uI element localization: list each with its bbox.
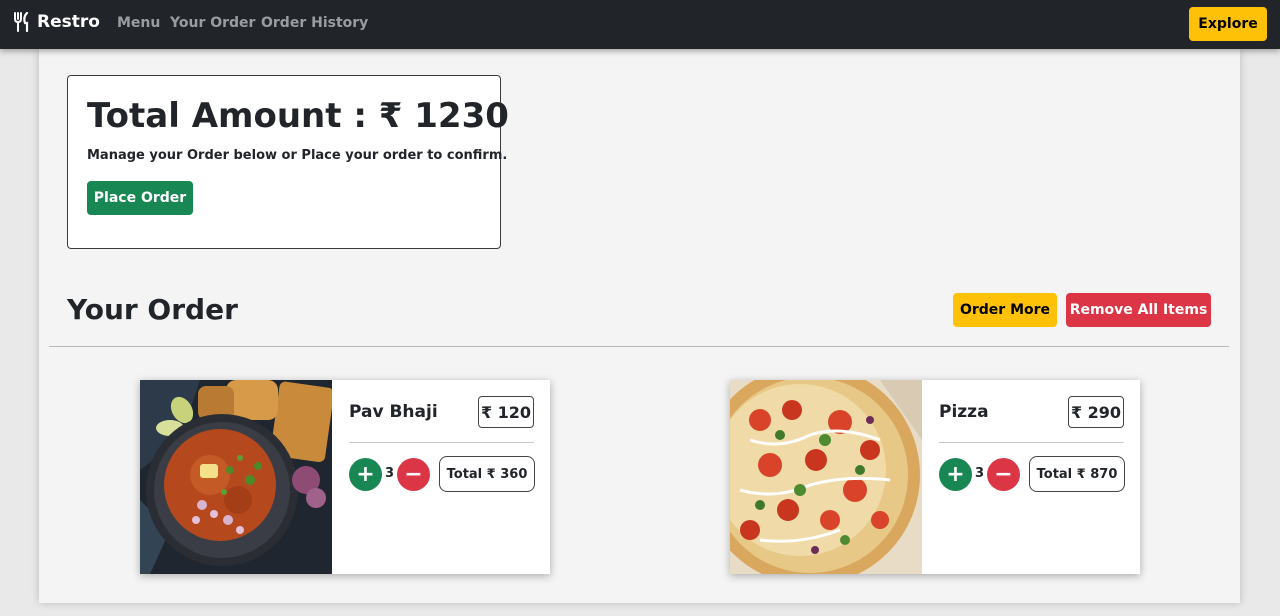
decrease-quantity-button[interactable]: − xyxy=(397,458,430,491)
place-order-button[interactable]: Place Order xyxy=(87,181,193,215)
manage-text: Manage your Order below or Place your or… xyxy=(87,148,508,163)
quantity-value: 3 xyxy=(385,466,395,481)
card-divider xyxy=(939,442,1124,443)
nav-order-history[interactable]: Order History xyxy=(261,15,368,31)
explore-button[interactable]: Explore xyxy=(1189,7,1267,41)
nav-menu[interactable]: Menu xyxy=(117,15,160,31)
quantity-value: 3 xyxy=(975,466,985,481)
order-more-button[interactable]: Order More xyxy=(953,293,1057,327)
brand-name: Restro xyxy=(37,12,100,32)
pizza-image xyxy=(730,380,922,574)
main-panel: Total Amount : ₹ 1230 Manage your Order … xyxy=(39,49,1240,603)
pav-bhaji-image xyxy=(140,380,332,574)
item-total-badge: Total ₹ 870 xyxy=(1029,456,1125,492)
item-price-badge: ₹ 120 xyxy=(478,396,534,428)
increase-quantity-button[interactable]: + xyxy=(349,458,382,491)
card-divider xyxy=(349,442,534,443)
plus-icon: + xyxy=(946,461,965,487)
plus-icon: + xyxy=(356,461,375,487)
decrease-quantity-button[interactable]: − xyxy=(987,458,1020,491)
item-total-badge: Total ₹ 360 xyxy=(439,456,535,492)
item-name: Pav Bhaji xyxy=(349,402,438,422)
order-summary-card: Total Amount : ₹ 1230 Manage your Order … xyxy=(67,75,509,249)
item-price-badge: ₹ 290 xyxy=(1068,396,1124,428)
increase-quantity-button[interactable]: + xyxy=(939,458,972,491)
remove-all-button[interactable]: Remove All Items xyxy=(1066,293,1211,327)
order-item-card: Pizza ₹ 290 + 3 − Total ₹ 870 xyxy=(730,380,1140,574)
divider xyxy=(49,346,1229,347)
minus-icon: − xyxy=(404,461,423,487)
nav-your-order[interactable]: Your Order xyxy=(170,15,255,31)
item-name: Pizza xyxy=(939,402,989,422)
total-amount: Total Amount : ₹ 1230 xyxy=(87,96,509,136)
brand[interactable]: Restro xyxy=(12,12,100,32)
utensils-icon xyxy=(14,12,29,32)
order-item-card: Pav Bhaji ₹ 120 + 3 − Total ₹ 360 xyxy=(140,380,550,574)
minus-icon: − xyxy=(994,461,1013,487)
section-title: Your Order xyxy=(67,293,238,326)
navbar: Restro Menu Your Order Order History Exp… xyxy=(0,0,1280,49)
